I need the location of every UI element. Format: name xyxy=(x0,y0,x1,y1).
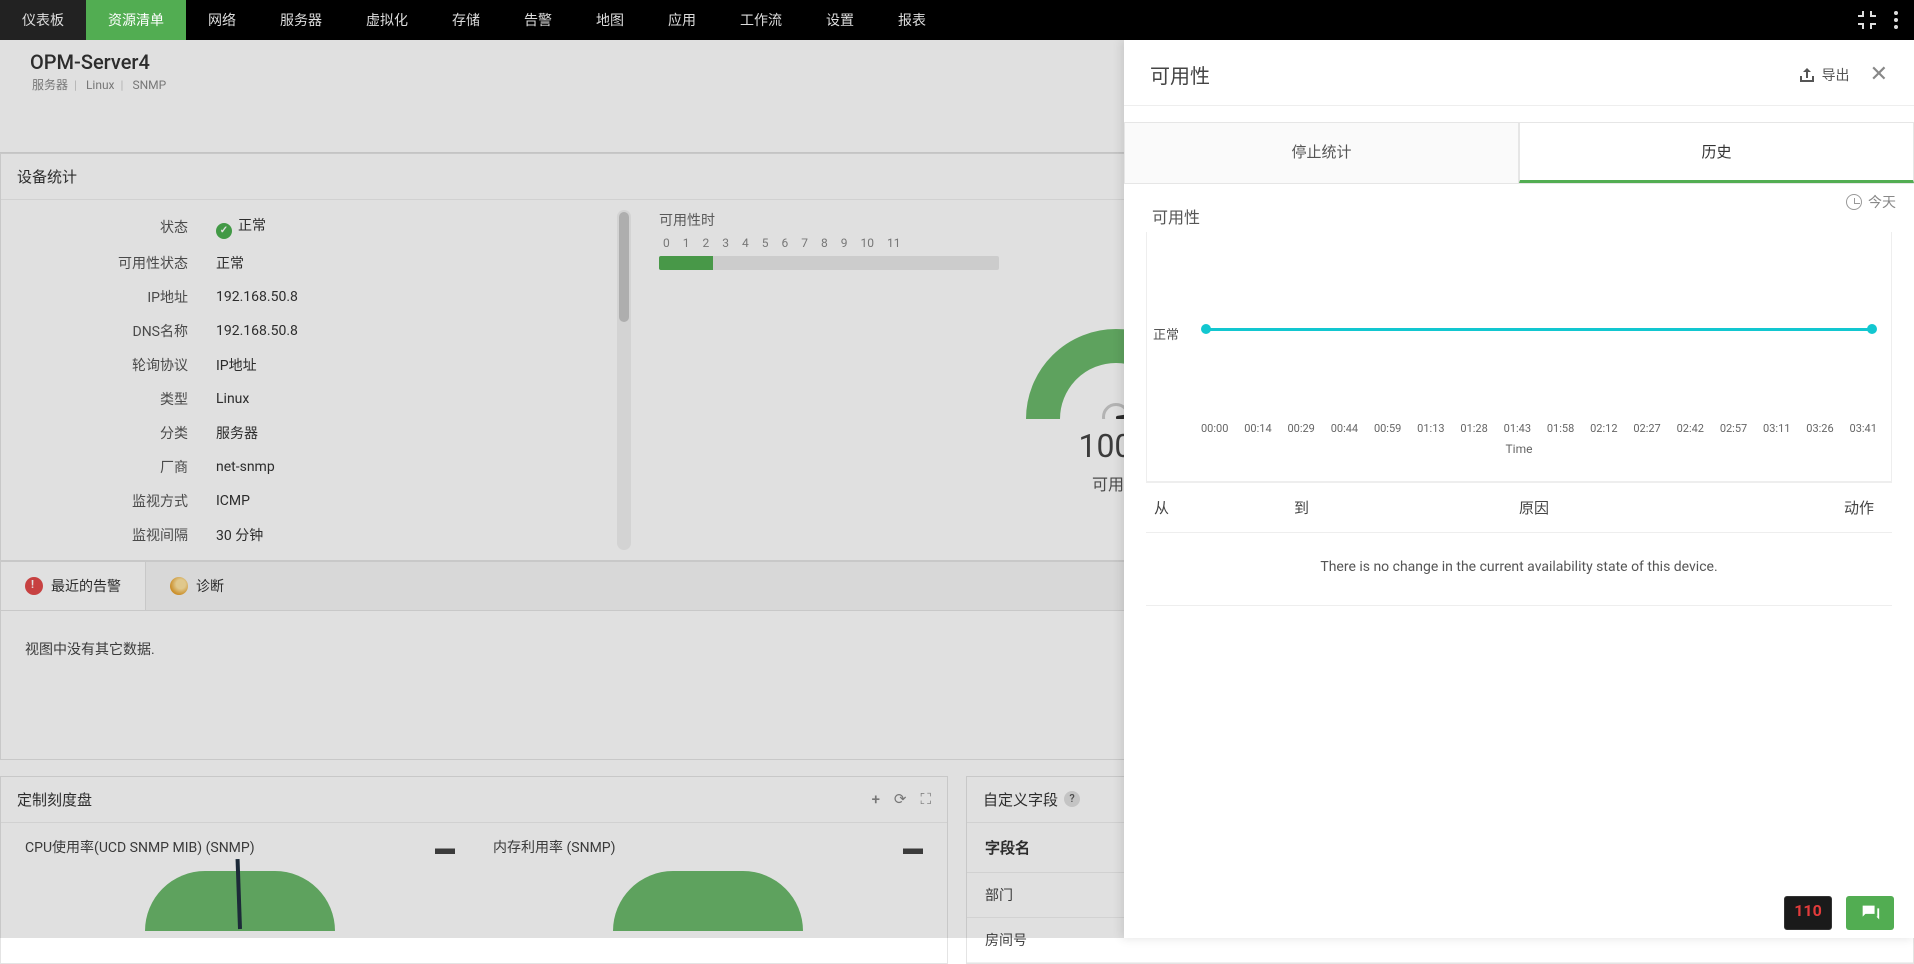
chart-ylabel: 正常 xyxy=(1153,324,1179,343)
fact-row: 可用性状态正常 xyxy=(1,246,631,280)
sparkline-icon[interactable] xyxy=(435,840,455,854)
alert-icon xyxy=(25,577,43,595)
history-table-header: 从 到 原因 动作 xyxy=(1146,482,1892,533)
help-icon[interactable]: ? xyxy=(1064,791,1080,807)
tab-diagnostics[interactable]: 诊断 xyxy=(146,562,248,610)
nav-设置[interactable]: 设置 xyxy=(804,0,876,40)
diagnostics-icon xyxy=(170,577,188,595)
nav-报表[interactable]: 报表 xyxy=(876,0,948,40)
timeline-bar xyxy=(659,256,999,270)
chart-xlabel: Time xyxy=(1147,442,1891,456)
chart-xticks: 00:0000:1400:2900:4400:5901:1301:2801:43… xyxy=(1201,422,1877,435)
availability-chart: 正常 00:0000:1400:2900:4400:5901:1301:2801… xyxy=(1146,232,1892,482)
card-title: 定制刻度盘 xyxy=(17,789,92,810)
fact-row: 监视方式ICMP xyxy=(1,484,631,518)
fact-row: 类型Linux xyxy=(1,382,631,416)
tab-recent-alerts[interactable]: 最近的告警 xyxy=(1,562,146,610)
dial-cpu: CPU使用率(UCD SNMP MIB) (SNMP) xyxy=(21,823,459,931)
scrollbar[interactable] xyxy=(617,210,631,550)
nav-仪表板[interactable]: 仪表板 xyxy=(0,0,86,40)
fact-row: IP地址192.168.50.8 xyxy=(1,280,631,314)
fact-row: 状态正常 xyxy=(1,208,631,246)
tab-stop-stats[interactable]: 停止统计 xyxy=(1124,122,1519,183)
drawer-tabs: 停止统计 历史 xyxy=(1124,122,1914,184)
nav-虚拟化[interactable]: 虚拟化 xyxy=(344,0,430,40)
nav-存储[interactable]: 存储 xyxy=(430,0,502,40)
nav-应用[interactable]: 应用 xyxy=(646,0,718,40)
chat-button[interactable] xyxy=(1846,896,1894,930)
nav-地图[interactable]: 地图 xyxy=(574,0,646,40)
nav-网络[interactable]: 网络 xyxy=(186,0,258,40)
clock-icon xyxy=(1846,194,1862,210)
device-facts: 状态正常可用性状态正常IP地址192.168.50.8DNS名称192.168.… xyxy=(1,200,631,560)
card-title: 设备统计 xyxy=(17,166,77,187)
chart-line xyxy=(1205,328,1873,331)
close-icon[interactable]: ✕ xyxy=(1870,62,1888,87)
alert-count-badge[interactable]: 110 xyxy=(1784,896,1832,930)
card-title: 自定义字段 xyxy=(983,789,1058,810)
top-nav: 仪表板资源清单网络服务器虚拟化存储告警地图应用工作流设置报表 xyxy=(0,0,1914,40)
fact-row: 分类服务器 xyxy=(1,416,631,450)
dial-mem: 内存利用率 (SNMP) xyxy=(489,823,927,931)
fact-row: 监视间隔30 分钟 xyxy=(1,518,631,552)
expand-icon[interactable]: ⛶ xyxy=(920,790,931,808)
fact-row: 轮询协议IP地址 xyxy=(1,348,631,382)
add-icon[interactable]: + xyxy=(872,790,880,808)
status-ok-icon xyxy=(216,223,232,239)
today-selector[interactable]: 今天 xyxy=(1846,192,1896,212)
drawer-title: 可用性 xyxy=(1150,60,1210,89)
custom-dials-card: 定制刻度盘 + ⟳ ⛶ CPU使用率(UCD SNMP MIB) (SNMP) xyxy=(0,776,948,964)
nav-工作流[interactable]: 工作流 xyxy=(718,0,804,40)
tab-history[interactable]: 历史 xyxy=(1519,122,1914,183)
refresh-icon[interactable]: ⟳ xyxy=(894,790,907,808)
sparkline-icon[interactable] xyxy=(903,840,923,854)
export-button[interactable]: 导出 xyxy=(1798,65,1850,85)
more-menu-icon[interactable] xyxy=(1886,0,1906,40)
fact-row: 厂商net-snmp xyxy=(1,450,631,484)
history-empty-message: There is no change in the current availa… xyxy=(1146,533,1892,606)
nav-服务器[interactable]: 服务器 xyxy=(258,0,344,40)
compress-icon[interactable] xyxy=(1856,9,1878,31)
chart-title: 可用性 xyxy=(1152,204,1892,228)
availability-drawer: 可用性 导出 ✕ 停止统计 历史 今天 可用性 正常 00:0000:1400:… xyxy=(1124,40,1914,938)
nav-告警[interactable]: 告警 xyxy=(502,0,574,40)
fact-row: DNS名称192.168.50.8 xyxy=(1,314,631,348)
nav-资源清单[interactable]: 资源清单 xyxy=(86,0,186,40)
